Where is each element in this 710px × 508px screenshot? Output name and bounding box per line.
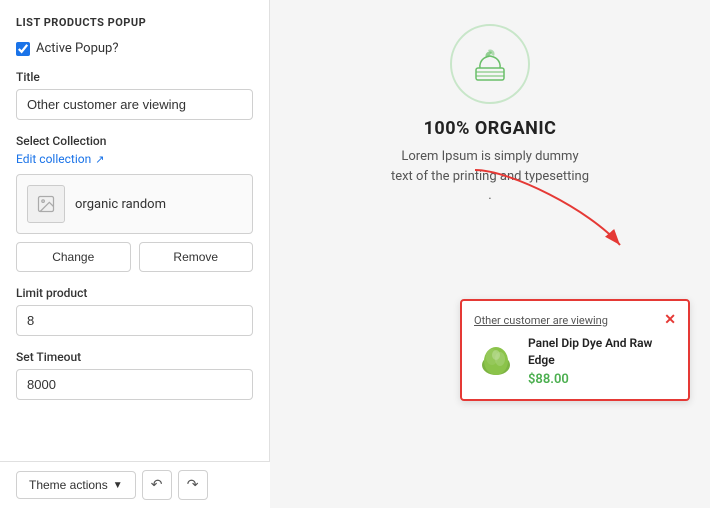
popup-card-header: Other customer are viewing ✕ <box>474 313 676 327</box>
theme-actions-label: Theme actions <box>29 478 108 492</box>
product-image-icon <box>474 339 518 383</box>
limit-product-label: Limit product <box>16 286 253 300</box>
title-label: Title <box>16 70 253 84</box>
organic-desc: Lorem Ipsum is simply dummy text of the … <box>390 147 590 206</box>
section-title: LIST PRODUCTS POPUP <box>16 16 253 29</box>
set-timeout-input[interactable] <box>16 369 253 400</box>
organic-title: 100% ORGANIC <box>424 118 557 139</box>
active-popup-row: Active Popup? <box>16 41 253 56</box>
right-panel: 100% ORGANIC Lorem Ipsum is simply dummy… <box>270 0 710 461</box>
undo-icon: ↶ <box>151 477 163 493</box>
image-icon <box>36 194 56 214</box>
redo-button[interactable]: ↷ <box>178 470 208 500</box>
organic-icon-circle <box>450 24 530 104</box>
title-input[interactable] <box>16 89 253 120</box>
organic-icon <box>466 40 514 88</box>
collection-image-placeholder <box>27 185 65 223</box>
product-image <box>474 339 518 383</box>
external-link-icon: ↗ <box>95 153 104 166</box>
edit-collection-text: Edit collection <box>16 152 91 166</box>
change-button[interactable]: Change <box>16 242 131 272</box>
product-details: Panel Dip Dye And Raw Edge $88.00 <box>528 335 676 387</box>
popup-product-row: Panel Dip Dye And Raw Edge $88.00 <box>474 335 676 387</box>
popup-card: Other customer are viewing ✕ Panel Dip D… <box>460 299 690 401</box>
main-container: LIST PRODUCTS POPUP Active Popup? Title … <box>0 0 710 461</box>
chevron-down-icon: ▼ <box>113 480 123 491</box>
undo-button[interactable]: ↶ <box>142 470 172 500</box>
collection-box: organic random <box>16 174 253 234</box>
active-popup-label: Active Popup? <box>36 41 118 56</box>
remove-button[interactable]: Remove <box>139 242 254 272</box>
product-price: $88.00 <box>528 372 676 387</box>
left-panel: LIST PRODUCTS POPUP Active Popup? Title … <box>0 0 270 461</box>
popup-viewing-text: Other customer are viewing <box>474 314 608 327</box>
limit-product-input[interactable] <box>16 305 253 336</box>
product-name: Panel Dip Dye And Raw Edge <box>528 335 676 369</box>
collection-name: organic random <box>75 197 166 212</box>
popup-close-button[interactable]: ✕ <box>664 313 676 327</box>
collection-btn-row: Change Remove <box>16 242 253 272</box>
redo-icon: ↷ <box>187 477 199 493</box>
edit-collection-link[interactable]: Edit collection ↗ <box>16 152 253 166</box>
bottom-bar: Theme actions ▼ ↶ ↷ <box>0 461 270 508</box>
active-popup-checkbox[interactable] <box>16 42 30 56</box>
select-collection-label: Select Collection <box>16 134 253 148</box>
set-timeout-label: Set Timeout <box>16 350 253 364</box>
theme-actions-button[interactable]: Theme actions ▼ <box>16 471 136 499</box>
